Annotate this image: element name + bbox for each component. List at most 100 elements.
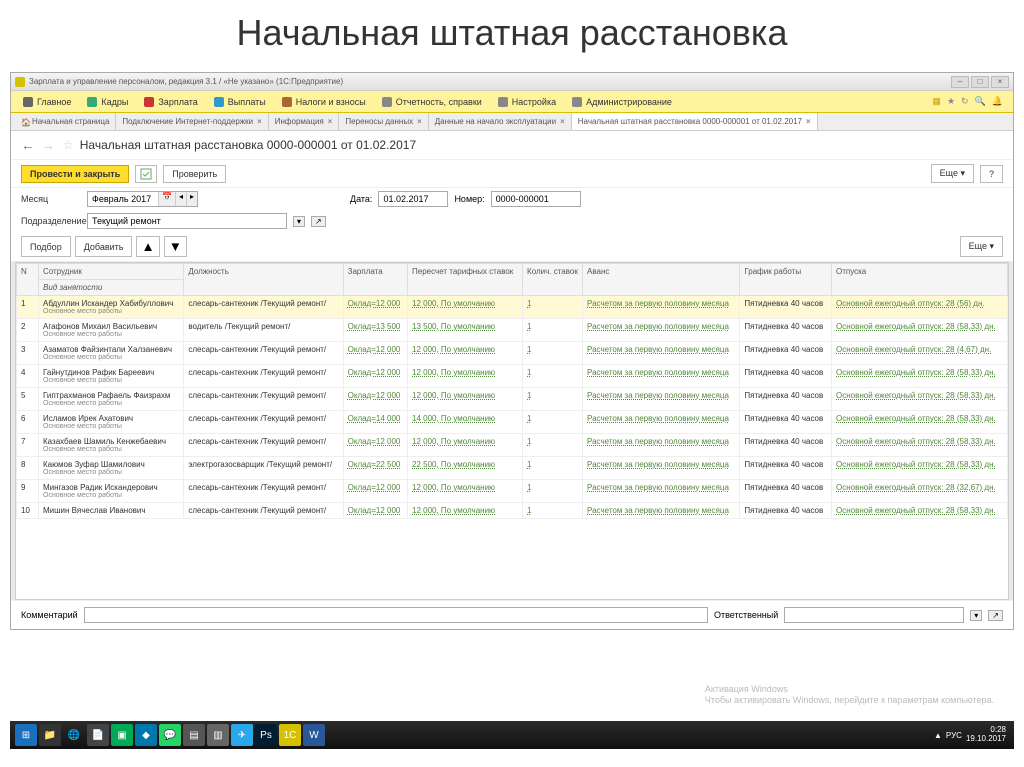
cell-salary[interactable]: Оклад=22 500 xyxy=(343,457,407,480)
cell-advance[interactable]: Расчетом за первую половину месяца xyxy=(583,319,740,342)
cell-advance[interactable]: Расчетом за первую половину месяца xyxy=(583,365,740,388)
subunit-open-icon[interactable]: ↗ xyxy=(311,216,326,227)
cell-advance[interactable]: Расчетом за первую половину месяца xyxy=(583,411,740,434)
comment-input[interactable] xyxy=(84,607,708,623)
cell-salary[interactable]: Оклад=12 000 xyxy=(343,434,407,457)
col-vacation[interactable]: Отпуска xyxy=(832,264,1008,296)
taskbar-app6[interactable]: ▥ xyxy=(207,724,229,746)
more-button[interactable]: Еще ▾ xyxy=(931,164,974,183)
cell-salary[interactable]: Оклад=13 500 xyxy=(343,319,407,342)
responsible-select-icon[interactable]: ▾ xyxy=(970,610,982,621)
favorite-icon[interactable]: ☆ xyxy=(63,138,74,152)
grid-icon[interactable]: ▦ xyxy=(932,96,941,107)
col-n[interactable]: N xyxy=(17,264,39,296)
cell-salary[interactable]: Оклад=12 000 xyxy=(343,365,407,388)
table-row[interactable]: 9 Мингазов Радик ИскандеровичОсновное ме… xyxy=(17,480,1008,503)
col-salary[interactable]: Зарплата xyxy=(343,264,407,296)
cell-vacation[interactable]: Основной ежегодный отпуск: 28 (58,33) дн… xyxy=(832,457,1008,480)
taskbar-explorer[interactable]: 📁 xyxy=(39,724,61,746)
month-input[interactable] xyxy=(88,192,158,206)
table-row[interactable]: 4 Гайнутдинов Рафик БареевичОсновное мес… xyxy=(17,365,1008,388)
help-button[interactable]: ? xyxy=(980,165,1003,183)
cell-recalc[interactable]: 12 000, По умолчанию xyxy=(408,480,523,503)
tab-close-icon[interactable]: × xyxy=(560,117,565,126)
col-schedule[interactable]: График работы xyxy=(740,264,832,296)
cell-units[interactable]: 1 xyxy=(523,296,583,319)
cell-vacation[interactable]: Основной ежегодный отпуск: 28 (58,33) дн… xyxy=(832,388,1008,411)
bell-icon[interactable]: 🔔 xyxy=(992,96,1003,107)
number-input[interactable] xyxy=(491,191,581,207)
search-icon[interactable]: 🔍 xyxy=(975,96,986,107)
cell-vacation[interactable]: Основной ежегодный отпуск: 28 (58,33) дн… xyxy=(832,411,1008,434)
menubar-item-4[interactable]: Налоги и взносы xyxy=(274,95,374,109)
cell-recalc[interactable]: 12 000, По умолчанию xyxy=(408,365,523,388)
cell-salary[interactable]: Оклад=12 000 xyxy=(343,388,407,411)
taskbar-app3[interactable]: ◆ xyxy=(135,724,157,746)
tab-5[interactable]: Начальная штатная расстановка 0000-00000… xyxy=(572,113,818,130)
taskbar-chrome[interactable]: 🌐 xyxy=(63,724,85,746)
cell-advance[interactable]: Расчетом за первую половину месяца xyxy=(583,434,740,457)
cell-recalc[interactable]: 22 500, По умолчанию xyxy=(408,457,523,480)
taskbar-app5[interactable]: ▤ xyxy=(183,724,205,746)
tab-1[interactable]: Подключение Интернет-поддержки× xyxy=(116,113,268,130)
table-row[interactable]: 2 Агафонов Михаил ВасильевичОсновное мес… xyxy=(17,319,1008,342)
menubar-item-6[interactable]: Настройка xyxy=(490,95,564,109)
cell-advance[interactable]: Расчетом за первую половину месяца xyxy=(583,388,740,411)
cell-recalc[interactable]: 12 000, По умолчанию xyxy=(408,434,523,457)
taskbar-1c[interactable]: 1С xyxy=(279,724,301,746)
col-units[interactable]: Колич. ставок xyxy=(523,264,583,296)
move-down-button[interactable]: ▼ xyxy=(164,236,187,257)
cell-recalc[interactable]: 12 000, По умолчанию xyxy=(408,503,523,519)
menubar-item-1[interactable]: Кадры xyxy=(79,95,136,109)
col-position[interactable]: Должность xyxy=(184,264,343,296)
cell-units[interactable]: 1 xyxy=(523,503,583,519)
cell-advance[interactable]: Расчетом за первую половину месяца xyxy=(583,480,740,503)
cell-vacation[interactable]: Основной ежегодный отпуск: 28 (58,33) дн… xyxy=(832,319,1008,342)
select-button[interactable]: Подбор xyxy=(21,236,71,257)
menubar-item-3[interactable]: Выплаты xyxy=(206,95,274,109)
cell-salary[interactable]: Оклад=12 000 xyxy=(343,296,407,319)
subunit-select-icon[interactable]: ▾ xyxy=(293,216,305,227)
month-next[interactable]: ▸ xyxy=(186,192,197,206)
nav-back[interactable]: ← xyxy=(21,137,35,153)
window-close[interactable]: × xyxy=(991,76,1009,88)
table-row[interactable]: 5 Гиптрахманов Рафаель ФаизрахмОсновное … xyxy=(17,388,1008,411)
cell-units[interactable]: 1 xyxy=(523,457,583,480)
taskbar-app8[interactable]: Ps xyxy=(255,724,277,746)
tray-clock[interactable]: 0:28 19.10.2017 xyxy=(966,726,1006,744)
taskbar-start[interactable]: ⊞ xyxy=(15,724,37,746)
cell-advance[interactable]: Расчетом за первую половину месяца xyxy=(583,457,740,480)
col-employee[interactable]: Сотрудник xyxy=(39,264,184,280)
tab-close-icon[interactable]: × xyxy=(806,117,811,126)
subunit-input[interactable] xyxy=(87,213,287,229)
post-button[interactable] xyxy=(135,165,157,183)
star-icon[interactable]: ★ xyxy=(947,96,955,107)
tab-close-icon[interactable]: × xyxy=(257,117,262,126)
menubar-item-7[interactable]: Администрирование xyxy=(564,95,680,109)
cell-units[interactable]: 1 xyxy=(523,342,583,365)
cell-vacation[interactable]: Основной ежегодный отпуск: 28 (58,33) дн… xyxy=(832,365,1008,388)
cell-salary[interactable]: Оклад=12 000 xyxy=(343,342,407,365)
table-row[interactable]: 3 Азаматов Файзинтали ХалзаневичОсновное… xyxy=(17,342,1008,365)
cell-units[interactable]: 1 xyxy=(523,480,583,503)
cell-units[interactable]: 1 xyxy=(523,319,583,342)
taskbar-word[interactable]: W xyxy=(303,724,325,746)
table-row[interactable]: 6 Исламов Ирек АхатовичОсновное место ра… xyxy=(17,411,1008,434)
cell-advance[interactable]: Расчетом за первую половину месяца xyxy=(583,296,740,319)
tab-3[interactable]: Переносы данных× xyxy=(339,113,428,130)
col-recalc[interactable]: Пересчет тарифных ставок xyxy=(408,264,523,296)
tab-close-icon[interactable]: × xyxy=(328,117,333,126)
date-input[interactable] xyxy=(378,191,448,207)
cell-units[interactable]: 1 xyxy=(523,365,583,388)
history-icon[interactable]: ↻ xyxy=(961,96,969,107)
tray-arrow-icon[interactable]: ▲ xyxy=(934,731,942,740)
cell-units[interactable]: 1 xyxy=(523,388,583,411)
cell-recalc[interactable]: 12 000, По умолчанию xyxy=(408,388,523,411)
table-row[interactable]: 8 Каюмов Зуфар ШамиловичОсновное место р… xyxy=(17,457,1008,480)
tray-lang[interactable]: РУС xyxy=(946,731,962,740)
cell-advance[interactable]: Расчетом за первую половину месяца xyxy=(583,342,740,365)
table-row[interactable]: 7 Казахбаев Шамиль КенжебаевичОсновное м… xyxy=(17,434,1008,457)
cell-vacation[interactable]: Основной ежегодный отпуск: 28 (4,67) дн. xyxy=(832,342,1008,365)
taskbar-app4[interactable]: 💬 xyxy=(159,724,181,746)
cell-recalc[interactable]: 14 000, По умолчанию xyxy=(408,411,523,434)
